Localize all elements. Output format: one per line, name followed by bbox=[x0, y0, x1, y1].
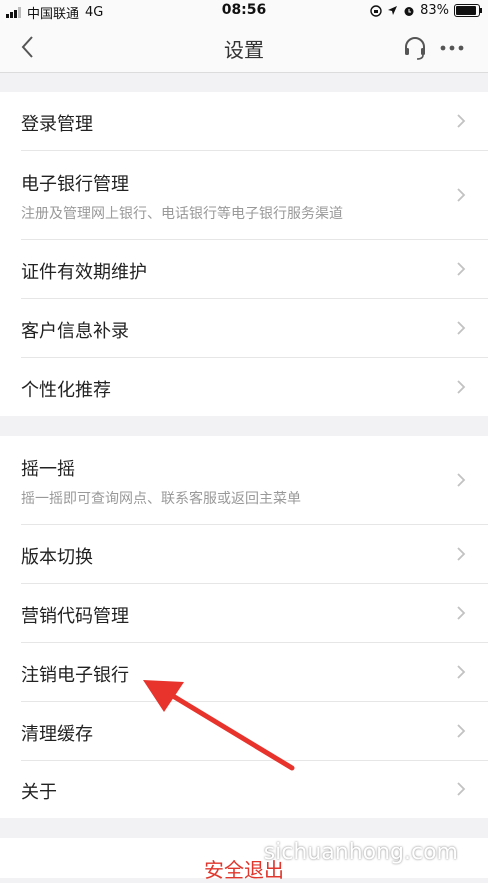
settings-item-cancel-ebank[interactable]: 注销电子银行 bbox=[0, 643, 488, 701]
settings-item-label: 营销代码管理 bbox=[21, 606, 129, 627]
settings-item-label: 登录管理 bbox=[21, 114, 93, 135]
nav-bar: 设置 bbox=[0, 22, 488, 73]
settings-item-label: 客户信息补录 bbox=[21, 321, 129, 342]
settings-item-label: 摇一摇 bbox=[21, 459, 75, 480]
settings-item-version-switch[interactable]: 版本切换 bbox=[0, 525, 488, 583]
status-bar: 中国联通 4G 08:56 83% bbox=[0, 0, 488, 22]
chevron-right-icon bbox=[457, 188, 466, 202]
battery-percent: 83% bbox=[420, 3, 449, 18]
chevron-right-icon bbox=[457, 724, 466, 738]
chevron-right-icon bbox=[457, 114, 466, 128]
settings-item-description: 摇一摇即可查询网点、联系客服或返回主菜单 bbox=[21, 491, 301, 507]
watermark: sichuanhong.com bbox=[263, 840, 458, 865]
settings-item-label: 证件有效期维护 bbox=[21, 262, 147, 283]
chevron-right-icon bbox=[457, 547, 466, 561]
chevron-right-icon bbox=[457, 473, 466, 487]
settings-item-about[interactable]: 关于 bbox=[0, 761, 488, 818]
chevron-right-icon bbox=[457, 321, 466, 335]
settings-item-shake[interactable]: 摇一摇 摇一摇即可查询网点、联系客服或返回主菜单 bbox=[0, 436, 488, 524]
settings-item-login-management[interactable]: 登录管理 bbox=[0, 92, 488, 150]
location-icon bbox=[388, 6, 398, 15]
chevron-right-icon bbox=[457, 380, 466, 394]
chevron-right-icon bbox=[457, 782, 466, 796]
battery-icon bbox=[454, 4, 482, 17]
more-dots-icon[interactable] bbox=[438, 35, 466, 61]
settings-item-description: 注册及管理网上银行、电话银行等电子银行服务渠道 bbox=[21, 206, 343, 222]
settings-item-label: 清理缓存 bbox=[21, 724, 93, 745]
settings-item-label: 个性化推荐 bbox=[21, 380, 111, 401]
chevron-right-icon bbox=[457, 665, 466, 679]
settings-item-id-validity[interactable]: 证件有效期维护 bbox=[0, 240, 488, 298]
settings-item-label: 关于 bbox=[21, 782, 57, 803]
settings-item-marketing-code[interactable]: 营销代码管理 bbox=[0, 584, 488, 642]
settings-item-clear-cache[interactable]: 清理缓存 bbox=[0, 702, 488, 760]
lock-rotation-icon bbox=[370, 4, 382, 17]
settings-item-ebank-management[interactable]: 电子银行管理 注册及管理网上银行、电话银行等电子银行服务渠道 bbox=[0, 151, 488, 239]
chevron-right-icon bbox=[457, 262, 466, 276]
settings-group-app: 摇一摇 摇一摇即可查询网点、联系客服或返回主菜单 版本切换 营销代码管理 注销电… bbox=[0, 436, 488, 818]
settings-item-label: 电子银行管理 bbox=[21, 174, 129, 195]
settings-item-label: 注销电子银行 bbox=[21, 665, 129, 686]
settings-group-account: 登录管理 电子银行管理 注册及管理网上银行、电话银行等电子银行服务渠道 证件有效… bbox=[0, 92, 488, 416]
chevron-right-icon bbox=[457, 606, 466, 620]
settings-item-customer-info[interactable]: 客户信息补录 bbox=[0, 299, 488, 357]
settings-item-personalized[interactable]: 个性化推荐 bbox=[0, 358, 488, 416]
alarm-icon bbox=[404, 6, 414, 16]
settings-item-label: 版本切换 bbox=[21, 547, 93, 568]
headset-icon[interactable] bbox=[402, 35, 428, 61]
